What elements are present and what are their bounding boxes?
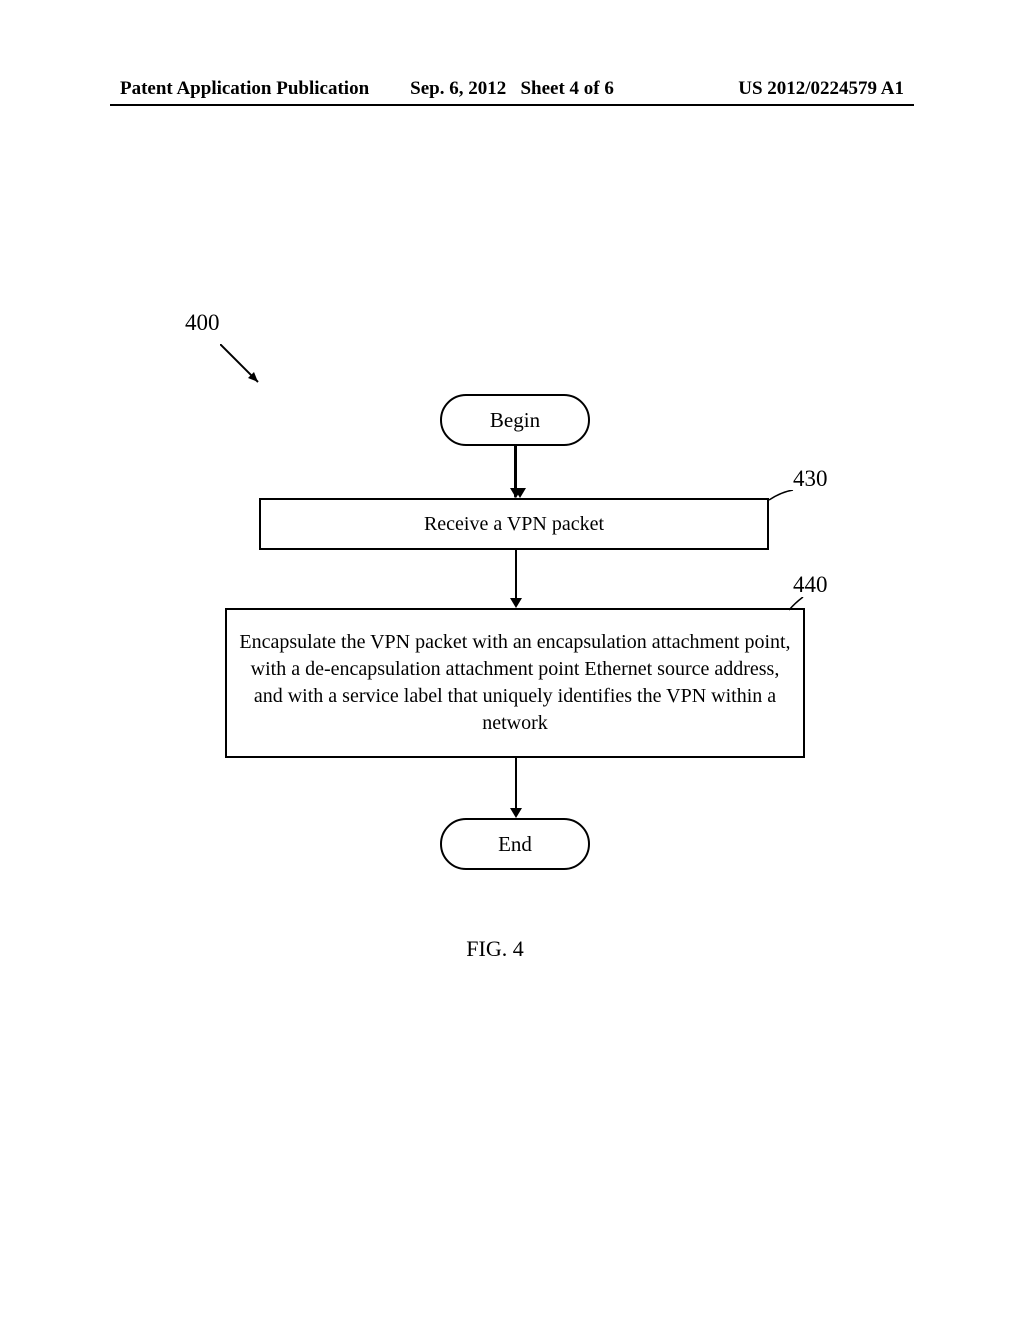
page-header: Patent Application Publication Sep. 6, 2… [0, 78, 1024, 100]
reference-label-440: 440 [793, 572, 828, 598]
flowchart-step-440: Encapsulate the VPN packet with an encap… [225, 608, 805, 758]
begin-label: Begin [490, 408, 540, 433]
step-430-text: Receive a VPN packet [424, 513, 604, 536]
reference-leader-430 [769, 490, 799, 510]
header-pubno: US 2012/0224579 A1 [643, 78, 904, 100]
arrow-3 [509, 758, 523, 818]
reference-leader-440 [789, 597, 813, 615]
flowchart-begin: Begin [440, 394, 590, 446]
header-divider [110, 104, 914, 106]
arrow-1 [509, 446, 523, 498]
figure-label: FIG. 4 [185, 936, 805, 962]
step-440-text: Encapsulate the VPN packet with an encap… [239, 629, 791, 737]
reference-label-430: 430 [793, 466, 828, 492]
arrow-2 [509, 550, 523, 608]
flowchart-end: End [440, 818, 590, 870]
header-sheet: Sheet 4 of 6 [520, 78, 613, 99]
flowchart-step-430: Receive a VPN packet [259, 498, 769, 550]
reference-label-400: 400 [185, 310, 220, 336]
header-date: Sep. 6, 2012 [410, 78, 506, 99]
end-label: End [498, 832, 532, 857]
reference-leader-400 [220, 344, 280, 404]
header-publication: Patent Application Publication [120, 78, 381, 100]
header-center: Sep. 6, 2012 Sheet 4 of 6 [381, 78, 642, 100]
